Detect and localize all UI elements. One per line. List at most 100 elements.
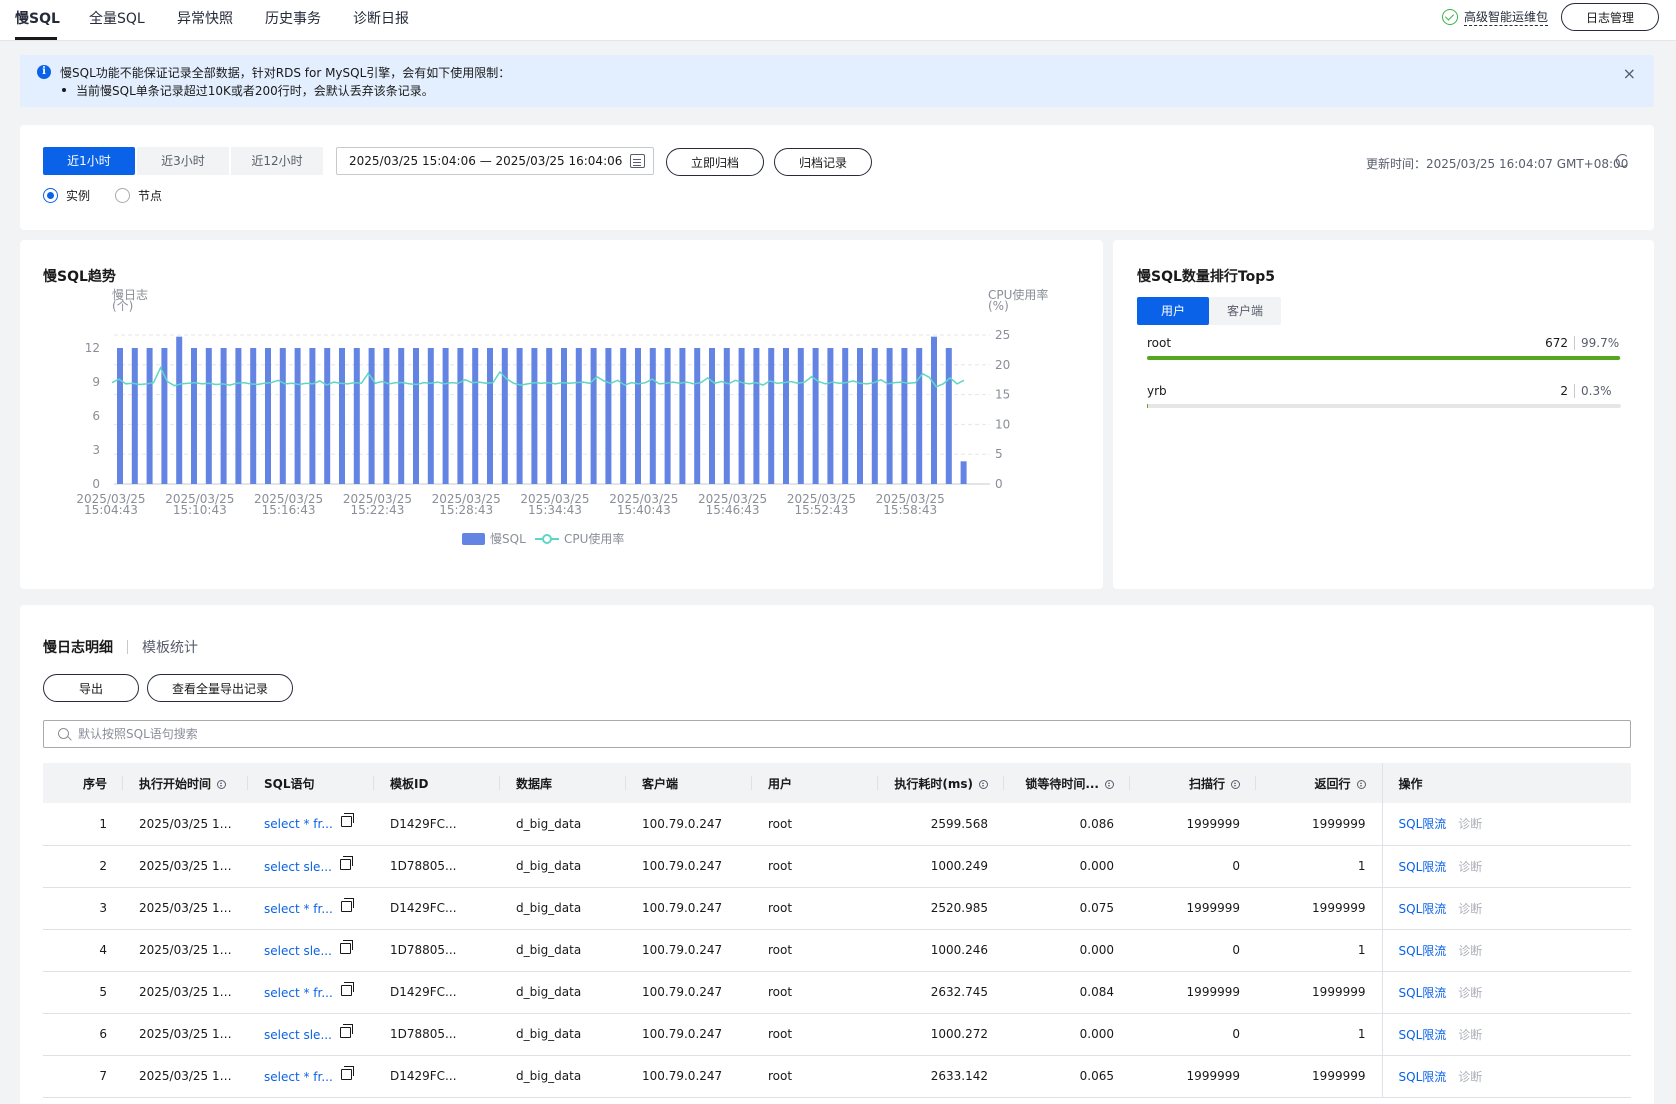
cell-client: 100.79.0.247 <box>626 971 752 1014</box>
rank-percent: 99.7% <box>1581 336 1620 350</box>
left-tick-label: 3 <box>92 443 100 457</box>
sql-link[interactable]: select * fr... <box>264 902 333 916</box>
col-scan-rows[interactable]: 扫描行 <box>1130 763 1256 803</box>
col-cost-label: 执行耗时(ms) <box>894 776 973 791</box>
copy-icon[interactable] <box>340 897 354 912</box>
rank-count: 672 <box>1545 336 1575 350</box>
tab-diagnosis-report[interactable]: 诊断日报 <box>353 8 409 28</box>
cell-lock-wait: 0.086 <box>1004 803 1130 846</box>
sql-limit-link[interactable]: SQL限流 <box>1399 860 1447 874</box>
col-cost[interactable]: 执行耗时(ms) <box>878 763 1004 803</box>
sql-link[interactable]: select sle... <box>264 860 332 874</box>
col-lock-wait[interactable]: 锁等待时间... <box>1004 763 1130 803</box>
cell-database: d_big_data <box>500 971 626 1014</box>
tab-template-stats[interactable]: 模板统计 <box>142 637 198 657</box>
cell-template-id: 1D78805... <box>374 845 500 888</box>
bar <box>324 348 331 484</box>
sql-link[interactable]: select * fr... <box>264 1070 333 1084</box>
sort-icon[interactable] <box>1231 779 1240 789</box>
sql-limit-link[interactable]: SQL限流 <box>1399 1070 1447 1084</box>
table-header: 序号 执行开始时间 SQL语句 模板ID 数据库 客户端 用户 执行耗时(ms)… <box>43 763 1631 803</box>
cell-database: d_big_data <box>500 803 626 846</box>
tab-slow-sql[interactable]: 慢SQL <box>15 8 60 28</box>
tab-divider <box>127 640 128 654</box>
sql-limit-link[interactable]: SQL限流 <box>1399 944 1447 958</box>
col-start-time[interactable]: 执行开始时间 <box>123 763 248 803</box>
table-row: 1 2025/03/25 16... select * fr... D1429F… <box>43 803 1631 846</box>
cell-operation: SQL限流 诊断 <box>1381 845 1631 888</box>
cell-template-id: D1429FC... <box>374 971 500 1014</box>
copy-icon[interactable] <box>340 813 354 828</box>
archive-now-button[interactable]: 立即归档 <box>666 148 764 176</box>
sql-limit-link[interactable]: SQL限流 <box>1399 817 1447 831</box>
sql-search-input[interactable]: 默认按照SQL语句搜索 <box>43 720 1631 748</box>
cell-user: root <box>752 971 878 1014</box>
range-3h[interactable]: 近3小时 <box>137 147 229 175</box>
copy-icon[interactable] <box>340 981 354 996</box>
sql-limit-link[interactable]: SQL限流 <box>1399 986 1447 1000</box>
rank-bar-fill <box>1147 356 1620 360</box>
bar <box>427 348 434 484</box>
right-tick-label: 0 <box>995 477 1003 491</box>
bar <box>205 348 212 484</box>
rank-bar-track <box>1147 356 1621 360</box>
date-range-picker[interactable]: 2025/03/25 15:04:06 — 2025/03/25 16:04:0… <box>336 147 654 175</box>
active-tab-indicator <box>15 37 57 40</box>
bar <box>353 348 360 484</box>
top5-tab-user[interactable]: 用户 <box>1137 297 1209 325</box>
sql-link[interactable]: select sle... <box>264 944 332 958</box>
col-user: 用户 <box>752 763 878 803</box>
range-1h[interactable]: 近1小时 <box>43 147 135 175</box>
cell-cost: 1000.246 <box>878 929 1004 972</box>
cell-sql: select sle... <box>248 1013 374 1056</box>
info-alert: i 慢SQL功能不能保证记录全部数据，针对RDS for MySQL引擎，会有如… <box>20 55 1654 107</box>
alert-line-1: 慢SQL功能不能保证记录全部数据，针对RDS for MySQL引擎，会有如下使… <box>60 66 511 80</box>
sort-icon[interactable] <box>979 779 988 789</box>
copy-icon[interactable] <box>339 1023 353 1038</box>
info-icon: i <box>37 65 51 79</box>
tab-slow-log-detail[interactable]: 慢日志明细 <box>43 637 113 657</box>
calendar-icon[interactable] <box>630 154 645 168</box>
tab-history-transaction[interactable]: 历史事务 <box>265 8 321 28</box>
cell-scan-rows: 1999999 <box>1130 1055 1256 1098</box>
bar <box>531 348 538 484</box>
sort-icon[interactable] <box>1105 779 1114 789</box>
radio-node[interactable]: 节点 <box>115 187 162 204</box>
export-button[interactable]: 导出 <box>43 674 139 702</box>
sql-link[interactable]: select sle... <box>264 1028 332 1042</box>
left-tick-label: 9 <box>92 375 100 389</box>
sql-limit-link[interactable]: SQL限流 <box>1399 1028 1447 1042</box>
ops-package[interactable]: 高级智能运维包 <box>1442 8 1549 26</box>
cell-lock-wait: 0.000 <box>1004 929 1130 972</box>
log-management-button[interactable]: 日志管理 <box>1561 3 1659 31</box>
tab-abnormal-snapshot[interactable]: 异常快照 <box>177 8 233 28</box>
cell-index: 2 <box>43 845 123 888</box>
right-tick-label: 25 <box>995 328 1010 342</box>
time-range-segment: 近1小时 近3小时 近12小时 <box>43 147 325 175</box>
bar <box>679 348 686 484</box>
radio-instance[interactable]: 实例 <box>43 187 90 204</box>
col-operation: 操作 <box>1381 763 1631 803</box>
top5-tab-client[interactable]: 客户端 <box>1209 297 1281 325</box>
sql-link[interactable]: select * fr... <box>264 817 333 831</box>
cell-return-rows: 1 <box>1256 845 1382 888</box>
archive-records-button[interactable]: 归档记录 <box>774 148 872 176</box>
cell-sql: select * fr... <box>248 971 374 1014</box>
range-12h[interactable]: 近12小时 <box>231 147 323 175</box>
bar <box>709 348 715 484</box>
copy-icon[interactable] <box>339 855 353 870</box>
sort-icon[interactable] <box>1356 779 1366 789</box>
view-export-records-button[interactable]: 查看全量导出记录 <box>147 674 293 702</box>
tab-full-sql[interactable]: 全量SQL <box>89 8 145 28</box>
sort-icon[interactable] <box>217 779 227 789</box>
copy-icon[interactable] <box>339 939 353 954</box>
col-template-id-label: 模板ID <box>390 776 429 791</box>
close-icon[interactable]: × <box>1623 64 1636 83</box>
col-return-rows[interactable]: 返回行 <box>1256 763 1382 803</box>
sql-limit-link[interactable]: SQL限流 <box>1399 902 1447 916</box>
bar <box>131 348 138 484</box>
copy-icon[interactable] <box>340 1065 354 1080</box>
sql-link[interactable]: select * fr... <box>264 986 333 1000</box>
x-tick-label-time: 15:10:43 <box>173 503 227 517</box>
refresh-icon[interactable] <box>1616 154 1629 167</box>
